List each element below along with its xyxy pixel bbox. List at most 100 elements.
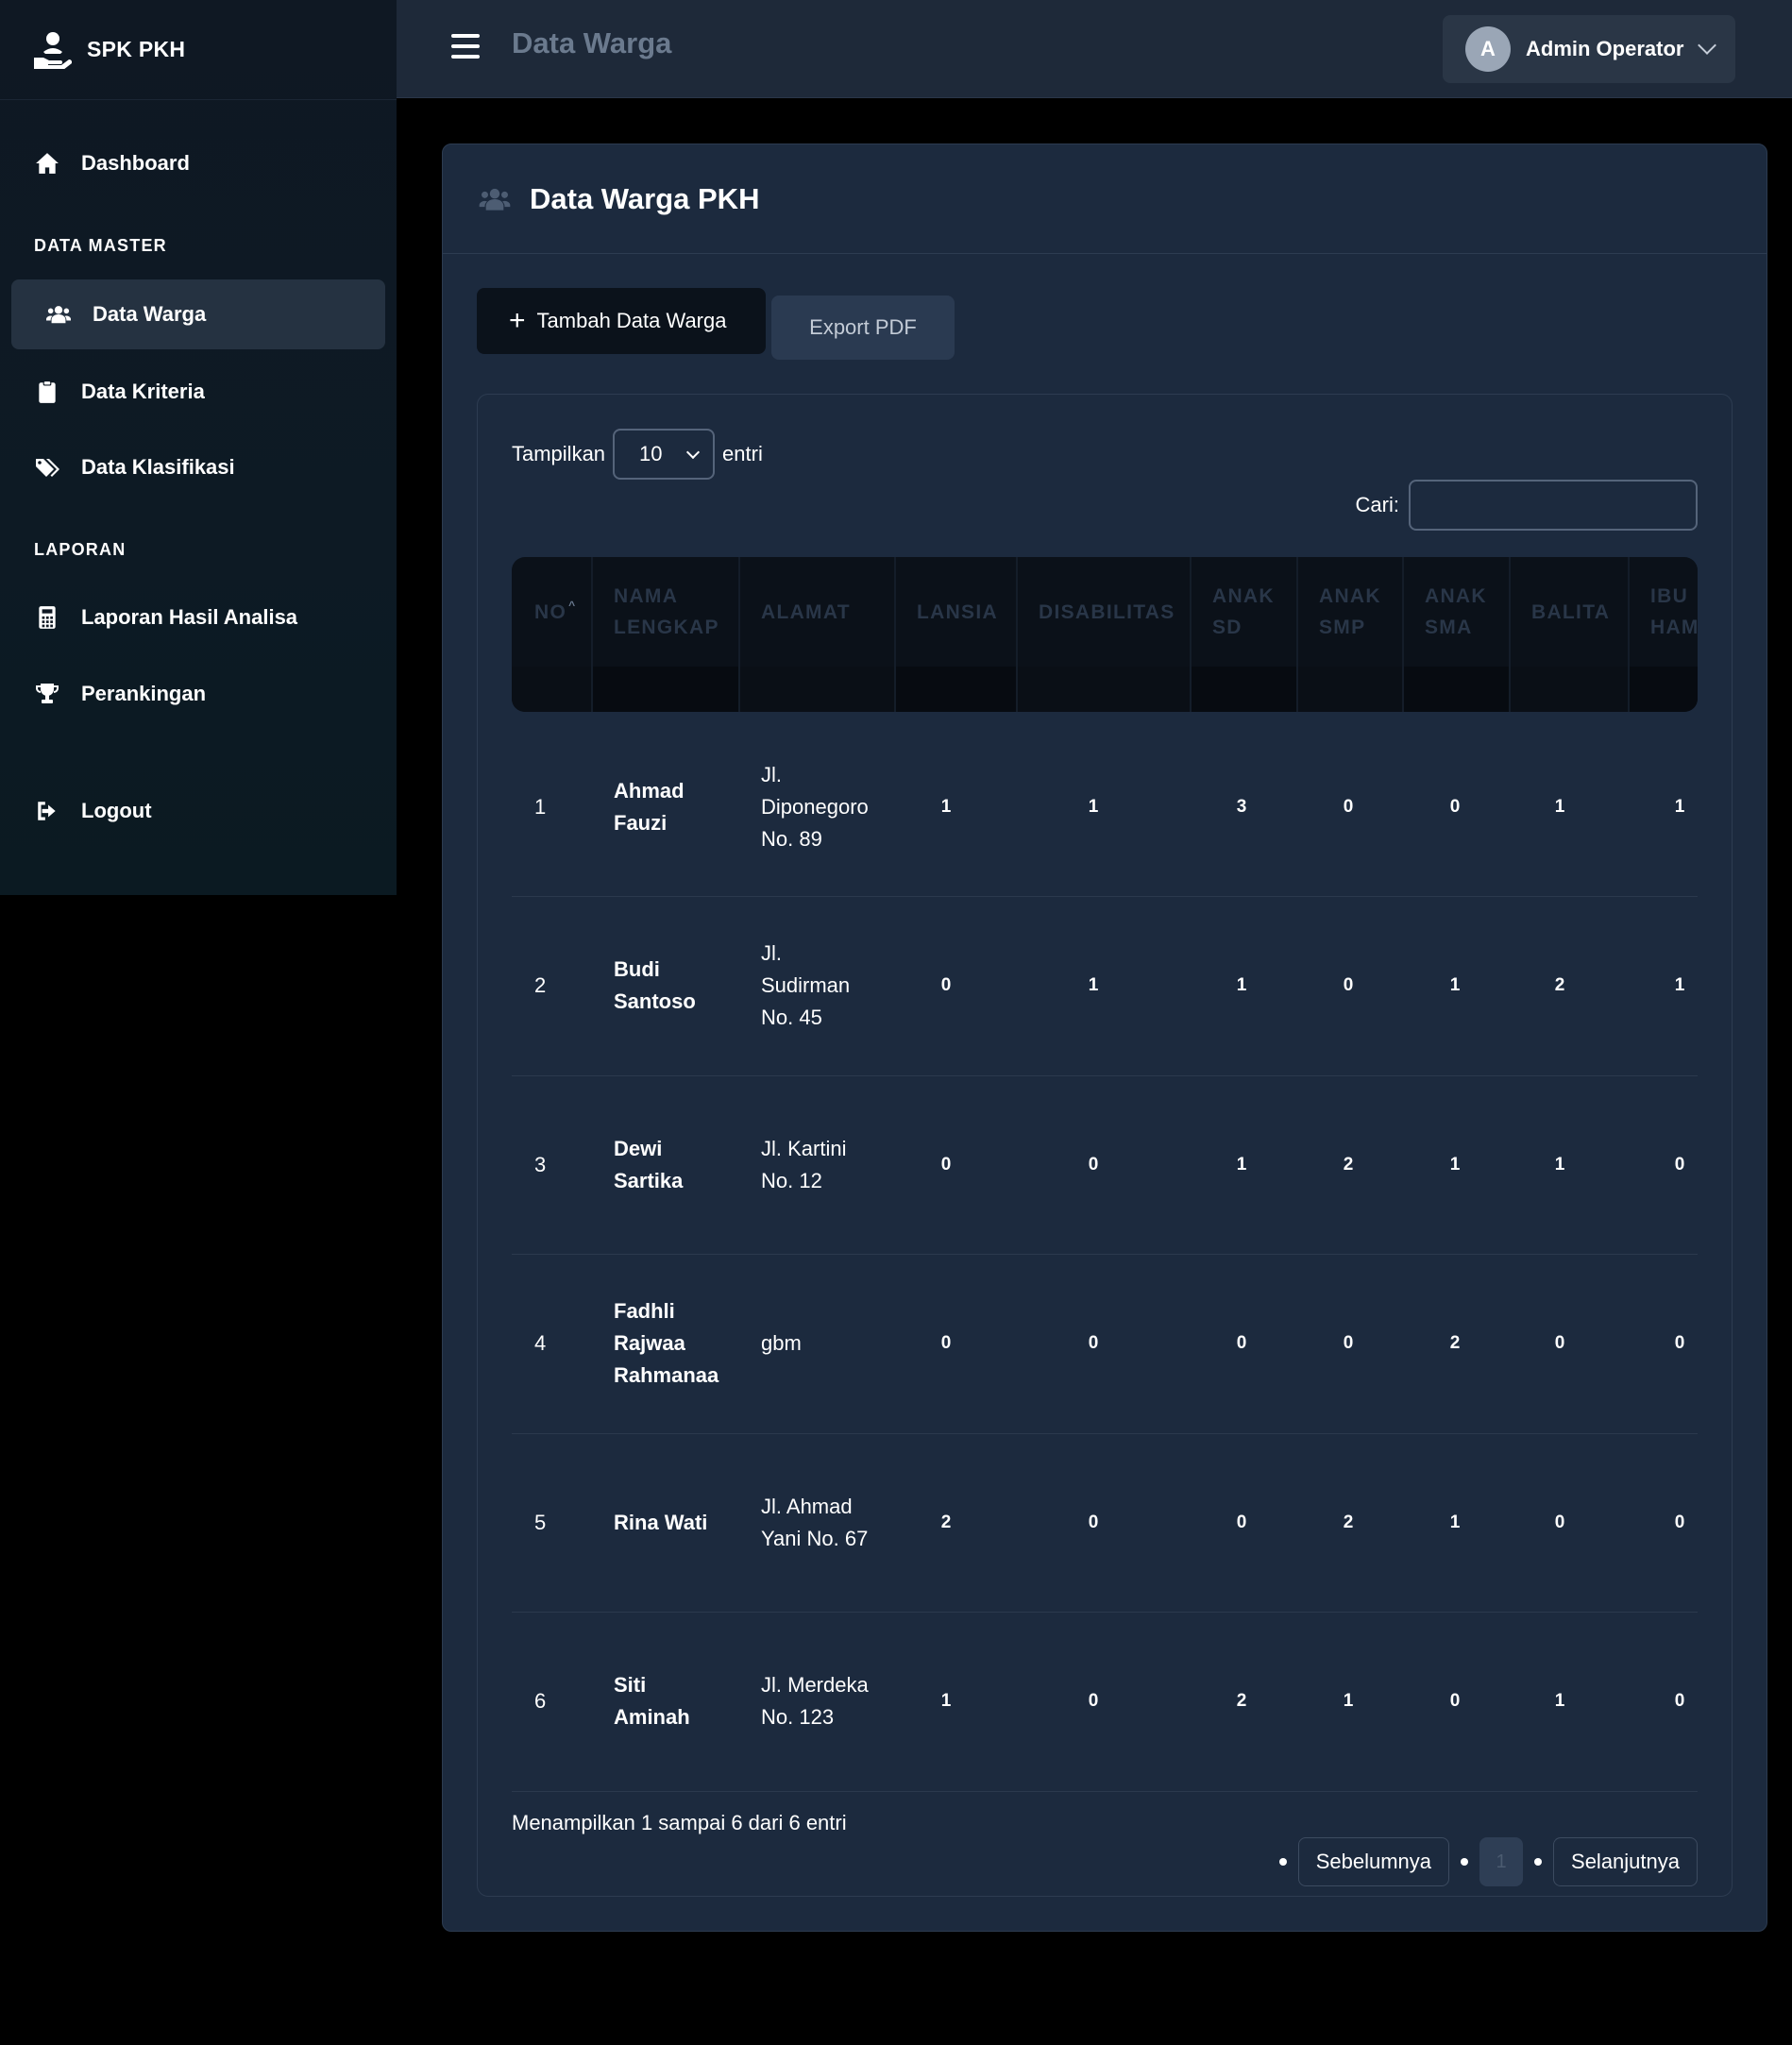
cell-ibu-hamil: 1 (1670, 897, 1689, 1075)
sidebar-item-laporan-hasil-analisa[interactable]: Laporan Hasil Analisa (11, 583, 385, 652)
cell-disabilitas: 1 (1084, 718, 1103, 896)
cell-alamat-line: No. 45 (761, 1006, 822, 1029)
column-header-alamat[interactable]: ALAMAT (738, 557, 894, 667)
entries-label: entri (722, 442, 763, 465)
cell-ibu-hamil: 1 (1670, 718, 1689, 896)
table-row[interactable]: 3 Dewi Sartika Jl. Kartini No. 12 0 0 1 2 1 1 0 (512, 1075, 1698, 1255)
cell-ibu-hamil: 0 (1670, 1255, 1689, 1433)
cell-disabilitas-text: 0 (1088, 1333, 1099, 1353)
table-row[interactable]: 1 Ahmad Fauzi Jl. Diponegoro No. 89 1 1 3 0 0 1 1 (512, 718, 1698, 897)
cell-ibu-hamil: 0 (1670, 1613, 1689, 1791)
cell-balita-text: 1 (1554, 1691, 1565, 1711)
column-header-anak-sd[interactable]: ANAK SD (1190, 557, 1296, 667)
users-icon (479, 188, 511, 211)
cell-disabilitas-text: 0 (1088, 1691, 1099, 1711)
cell-ibu-hamil-text: 0 (1674, 1691, 1685, 1711)
cell-anak-smp-text: 0 (1343, 796, 1354, 817)
search-control: Cari: (1356, 480, 1698, 531)
cell-alamat-line: Jl. Kartini (761, 1136, 847, 1160)
column-separator (1402, 557, 1404, 712)
add-warga-button[interactable]: + Tambah Data Warga (477, 288, 766, 354)
cell-anak-sma-text: 1 (1449, 975, 1461, 995)
header-band (1628, 667, 1698, 712)
cell-nama-line: Fauzi (614, 810, 668, 835)
previous-page-button[interactable]: Sebelumnya (1297, 1837, 1450, 1886)
column-header-anak-sma[interactable]: ANAK SMA (1402, 557, 1509, 667)
user-menu-button[interactable]: A Admin Operator (1443, 15, 1735, 83)
cell-ibu-hamil: 0 (1670, 1075, 1689, 1254)
column-header-no[interactable]: NO ^ (512, 557, 591, 667)
sidebar: SPK PKH Dashboard DATA MASTER Data Warga… (0, 0, 397, 895)
column-header-balita[interactable]: BALITA (1509, 557, 1628, 667)
bullet-icon (1461, 1858, 1469, 1866)
pagination: Sebelumnya 1 Selanjutnya (1268, 1837, 1698, 1886)
column-header-ibu-hamil[interactable]: IBU HAM (1628, 557, 1698, 667)
sidebar-item-logout[interactable]: Logout (11, 776, 385, 846)
table-row[interactable]: 5 Rina Wati Jl. Ahmad Yani No. 67 2 0 0 2 1 0 0 (512, 1433, 1698, 1613)
cell-no: 4 (534, 1255, 591, 1433)
logout-icon (34, 798, 60, 824)
page-length-select[interactable]: 10 (613, 429, 716, 480)
hamburger-icon[interactable] (451, 34, 480, 59)
calculator-icon (34, 604, 60, 631)
page-length-control: Tampilkan 10 entri (512, 429, 763, 480)
sidebar-item-perankingan[interactable]: Perankingan (11, 659, 385, 729)
cell-nama-line: Siti (614, 1673, 647, 1697)
cell-lansia-text: 2 (940, 1512, 952, 1532)
clipboard-icon (34, 379, 60, 405)
export-pdf-button[interactable]: Export PDF (771, 296, 955, 360)
next-page-button[interactable]: Selanjutnya (1553, 1837, 1698, 1886)
add-warga-label: Tambah Data Warga (536, 309, 727, 332)
search-input[interactable] (1409, 480, 1698, 531)
cell-anak-sma-text: 1 (1449, 1154, 1461, 1175)
table-row[interactable]: 2 Budi Santoso Jl. Sudirman No. 45 0 1 1 0 1 2 1 (512, 897, 1698, 1076)
cell-anak-sd: 0 (1232, 1433, 1251, 1612)
column-header-anak-smp[interactable]: ANAK SMP (1296, 557, 1402, 667)
column-header-lansia[interactable]: LANSIA (894, 557, 1016, 667)
column-header-nama-lengkap[interactable]: NAMA LENGKAP (591, 557, 738, 667)
cell-anak-smp-text: 1 (1343, 1691, 1354, 1711)
cell-alamat-line: gbm (761, 1331, 802, 1355)
cell-alamat-line: Jl. (761, 941, 782, 965)
page-1-button[interactable]: 1 (1479, 1837, 1524, 1886)
header-band (1190, 667, 1296, 712)
cell-balita-text: 2 (1554, 975, 1565, 995)
cell-alamat-line: No. 123 (761, 1705, 835, 1729)
cell-lansia: 0 (937, 1255, 955, 1433)
cell-nama-line: Fadhli (614, 1299, 675, 1323)
avatar: A (1465, 26, 1511, 72)
cell-lansia: 2 (937, 1433, 955, 1612)
cell-alamat: gbm (761, 1255, 893, 1433)
cell-nama-line: Budi (614, 957, 660, 981)
page-length-value: 10 (639, 442, 663, 465)
table-row[interactable]: 6 Siti Aminah Jl. Merdeka No. 123 1 0 2 1 0 1 0 (512, 1613, 1698, 1792)
cell-ibu-hamil-text: 1 (1674, 796, 1685, 817)
cell-anak-sd-text: 3 (1236, 796, 1247, 817)
bullet-icon (1278, 1858, 1287, 1866)
column-header-label: BALITA (1531, 600, 1611, 623)
card-title: Data Warga PKH (530, 181, 760, 215)
sidebar-item-data-warga[interactable]: Data Warga (11, 279, 385, 349)
cell-no-text: 1 (534, 794, 547, 819)
cell-balita: 1 (1550, 1075, 1569, 1254)
table-row[interactable]: 4 Fadhli Rajwaa Rahmanaa gbm 0 0 0 0 2 0 0 (512, 1255, 1698, 1434)
bullet-icon (1534, 1858, 1543, 1866)
column-header-label: NAMA LENGKAP (614, 585, 719, 638)
column-header-label: ANAK SMA (1425, 585, 1487, 638)
column-separator (1296, 557, 1298, 712)
column-header-disabilitas[interactable]: DISABILITAS (1016, 557, 1190, 667)
sidebar-item-data-kriteria[interactable]: Data Kriteria (11, 357, 385, 427)
cell-no-text: 2 (534, 973, 547, 997)
cell-ibu-hamil-text: 0 (1674, 1512, 1685, 1532)
cell-disabilitas: 0 (1084, 1433, 1103, 1612)
cell-no: 2 (534, 897, 591, 1075)
header-band (591, 667, 738, 712)
cell-alamat: Jl. Ahmad Yani No. 67 (761, 1433, 893, 1612)
cell-no-text: 4 (534, 1331, 547, 1355)
cell-anak-smp-text: 0 (1343, 975, 1354, 995)
brand[interactable]: SPK PKH (0, 0, 397, 100)
sidebar-item-data-klasifikasi[interactable]: Data Klasifikasi (11, 432, 385, 502)
cell-anak-sma-text: 0 (1449, 796, 1461, 817)
cell-alamat-line: Jl. (761, 762, 782, 786)
sidebar-item-dashboard[interactable]: Dashboard (11, 128, 385, 198)
